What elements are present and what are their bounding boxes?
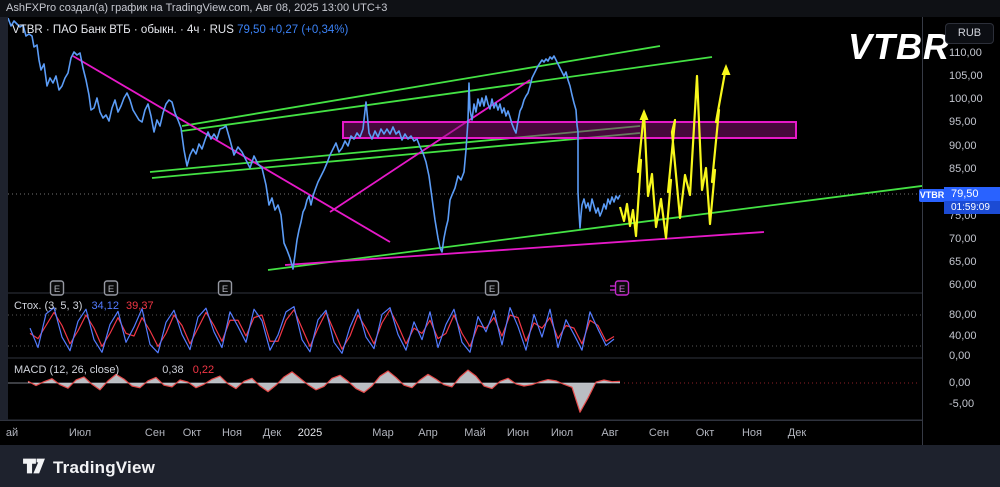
- price-axis-label: 105,00: [949, 70, 983, 82]
- price-axis-label: 100,00: [949, 93, 983, 105]
- tradingview-logo-text: TradingView: [53, 457, 156, 477]
- svg-text:E: E: [108, 284, 114, 295]
- legend-price: 79,50: [237, 24, 266, 36]
- price-axis-label: 90,00: [949, 140, 977, 152]
- time-axis-label[interactable]: Окт: [183, 427, 202, 439]
- stoch-axis-label: 80,00: [949, 309, 977, 321]
- time-axis-label[interactable]: Дек: [788, 427, 806, 439]
- trendline-magenta[interactable]: [72, 55, 391, 243]
- stochastic-title[interactable]: Стох. (3, 5, 3): [14, 300, 82, 312]
- svg-text:E: E: [54, 284, 60, 295]
- last-price-value: 79,50: [944, 187, 1000, 201]
- chart-area[interactable]: EEEEE: [0, 17, 938, 445]
- attribution-bar: AshFXPro создал(а) график на TradingView…: [0, 0, 1000, 17]
- currency-button[interactable]: RUB: [945, 23, 994, 44]
- legend-description: · ПАО Банк ВТБ · обыкн. · 4ч · RUS: [42, 24, 234, 36]
- footer-bar: TradingView: [0, 445, 1000, 487]
- price-axis-label: 95,00: [949, 116, 977, 128]
- macd-axis-label: 0,00: [949, 377, 971, 389]
- macd-title[interactable]: MACD (12, 26, close): [14, 364, 119, 376]
- price-axis-label: 110,00: [949, 47, 982, 59]
- time-axis-label[interactable]: Дек: [263, 427, 281, 439]
- tradingview-logo-icon: [22, 456, 46, 479]
- last-price-tag: 79,50 01:59:09: [944, 187, 1000, 214]
- earnings-marker[interactable]: E: [103, 280, 119, 296]
- time-axis-label[interactable]: Окт: [696, 427, 715, 439]
- stochastic-d-value: 39,37: [126, 300, 154, 312]
- stoch-axis-label: 40,00: [949, 330, 977, 342]
- macd-axis-label: -5,00: [949, 398, 975, 410]
- time-axis-label[interactable]: 2025: [298, 427, 322, 439]
- trendline-green[interactable]: [181, 56, 713, 132]
- time-axis-label[interactable]: Апр: [418, 427, 437, 439]
- stochastic-k-value: 34,12: [91, 300, 119, 312]
- macd-area[interactable]: [28, 370, 620, 413]
- symbol-watermark: VTBR: [848, 26, 950, 67]
- attribution-text: AshFXPro создал(а) график на TradingView…: [6, 2, 388, 14]
- earnings-marker[interactable]: E: [217, 280, 233, 296]
- earnings-marker[interactable]: E: [484, 280, 500, 296]
- svg-text:E: E: [619, 284, 625, 295]
- time-axis-label[interactable]: ай: [6, 427, 18, 439]
- legend-change: +0,27 (+0,34%): [269, 24, 349, 36]
- stoch-axis-label: 0,00: [949, 350, 971, 362]
- time-axis-label[interactable]: Ноя: [222, 427, 242, 439]
- svg-text:E: E: [489, 284, 495, 295]
- time-axis-label[interactable]: Июн: [507, 427, 529, 439]
- stochastic-legend[interactable]: Стох. (3, 5, 3) 34,12 39,37: [14, 300, 154, 312]
- time-axis-label[interactable]: Сен: [145, 427, 165, 439]
- time-axis-label[interactable]: Июл: [551, 427, 573, 439]
- time-axis-label[interactable]: Июл: [69, 427, 91, 439]
- time-axis-label[interactable]: Ноя: [742, 427, 762, 439]
- time-axis-label[interactable]: Мар: [372, 427, 394, 439]
- macd-signal-value: 0,22: [192, 364, 215, 376]
- macd-legend[interactable]: MACD (12, 26, close) 0,38 0,22: [14, 364, 214, 376]
- tradingview-logo[interactable]: TradingView: [22, 456, 155, 479]
- projection-path-yellow[interactable]: [618, 66, 728, 240]
- bar-countdown: 01:59:09: [944, 201, 1000, 214]
- earnings-marker[interactable]: E: [614, 280, 630, 296]
- price-axis-label: 85,00: [949, 163, 977, 175]
- price-axis-label: 60,00: [949, 279, 977, 291]
- price-axis-label: 65,00: [949, 256, 977, 268]
- time-axis-label[interactable]: Май: [464, 427, 486, 439]
- tradingview-chart-page: { "topbar": {"attribution": "AshFXPro со…: [0, 0, 1000, 487]
- up-arrow-icon: [721, 64, 731, 75]
- earnings-marker[interactable]: E: [49, 280, 65, 296]
- macd-value: 0,38: [162, 364, 184, 376]
- chart-canvas[interactable]: EEEEE: [0, 17, 938, 445]
- price-axis-label: 70,00: [949, 233, 977, 245]
- price-tag-symbol: VTBR: [919, 189, 945, 202]
- time-axis-label[interactable]: Авг: [601, 427, 618, 439]
- stochastic-k-line[interactable]: [29, 306, 615, 354]
- trendline-green[interactable]: [151, 132, 641, 179]
- time-axis[interactable]: ай Июл Сен Окт Ноя Дек 2025 Мар Апр Май Июн Июл Авг С…: [0, 420, 922, 446]
- time-axis-label[interactable]: Сен: [649, 427, 669, 439]
- symbol-legend[interactable]: VTBR · ПАО Банк ВТБ · обыкн. · 4ч · RUS …: [12, 24, 348, 36]
- price-axis[interactable]: 110,00 105,00 100,00 95,00 90,00 85,00 75,00 70…: [922, 17, 1000, 445]
- up-arrow-icon: [639, 109, 649, 120]
- svg-text:E: E: [222, 284, 228, 295]
- trendline-green[interactable]: [181, 45, 661, 127]
- drawing-toolbar-strip[interactable]: [0, 17, 8, 445]
- legend-symbol[interactable]: VTBR: [12, 24, 43, 36]
